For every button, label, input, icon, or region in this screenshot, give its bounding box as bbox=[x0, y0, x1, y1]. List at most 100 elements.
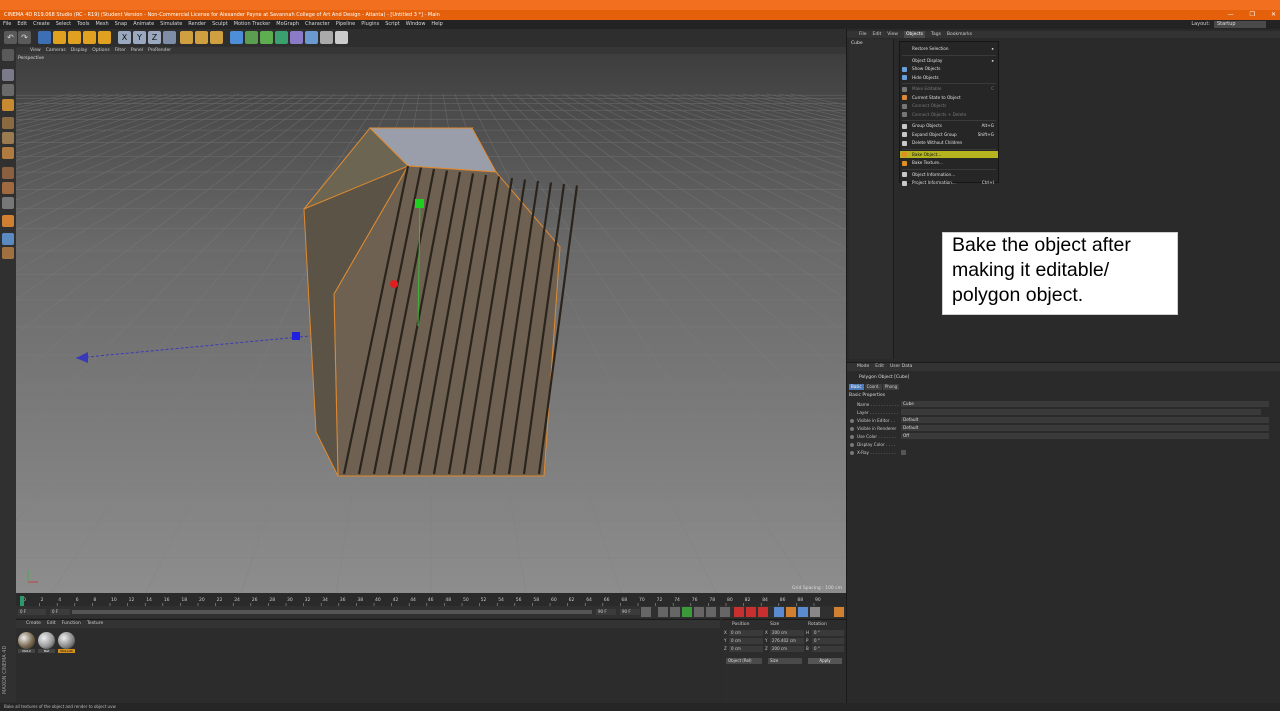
model-mode-icon[interactable] bbox=[2, 69, 14, 81]
frame-range-slider[interactable] bbox=[72, 610, 592, 614]
menu-help[interactable]: Help bbox=[431, 20, 442, 29]
points-mode-icon[interactable] bbox=[2, 117, 14, 129]
workplane-lock-icon[interactable] bbox=[2, 233, 14, 245]
rotation-key-icon[interactable] bbox=[798, 607, 808, 617]
animation-dot-icon[interactable] bbox=[850, 426, 854, 431]
menu-plugins[interactable]: Plugins bbox=[361, 20, 379, 29]
select-tool-icon[interactable] bbox=[38, 31, 51, 44]
rotation-field[interactable]: 0 ° bbox=[812, 646, 844, 652]
menu-motion-tracker[interactable]: Motion Tracker bbox=[234, 20, 271, 29]
make-editable-icon[interactable] bbox=[2, 49, 14, 61]
menu-character[interactable]: Character bbox=[305, 20, 330, 29]
subdivision-surface-icon[interactable] bbox=[260, 31, 273, 44]
om-menu-file[interactable]: File bbox=[859, 31, 867, 38]
menu-create[interactable]: Create bbox=[33, 20, 50, 29]
snapping-icon[interactable] bbox=[2, 197, 14, 209]
previous-key-icon[interactable] bbox=[658, 607, 668, 617]
maximize-button[interactable]: ❐ bbox=[1250, 10, 1255, 20]
planar-workplane-icon[interactable] bbox=[2, 247, 14, 259]
current-frame-field[interactable]: 0 F bbox=[18, 609, 46, 615]
move-tool-icon[interactable] bbox=[53, 31, 66, 44]
layout-dropdown[interactable]: Startup bbox=[1214, 21, 1266, 28]
om-menu-bookmarks[interactable]: Bookmarks bbox=[947, 31, 972, 38]
attribute-field[interactable]: Cube bbox=[901, 401, 1269, 407]
cube-icon[interactable] bbox=[230, 31, 243, 44]
menu-item-bake-texture[interactable]: Bake Texture... bbox=[900, 159, 998, 167]
menu-file[interactable]: File bbox=[3, 20, 11, 29]
viewport-menu-panel[interactable]: Panel bbox=[131, 47, 143, 54]
menu-render[interactable]: Render bbox=[188, 20, 206, 29]
viewport-menu-options[interactable]: Options bbox=[92, 47, 109, 54]
menu-animate[interactable]: Animate bbox=[133, 20, 154, 29]
size-mode-dropdown[interactable]: Size bbox=[768, 658, 802, 664]
x-axis-lock-icon[interactable]: X bbox=[118, 31, 131, 44]
goto-end-icon[interactable] bbox=[720, 607, 730, 617]
attribute-menu-mode[interactable]: Mode bbox=[857, 363, 869, 371]
material-menu-texture[interactable]: Texture bbox=[87, 620, 103, 628]
recent-tools-icon[interactable] bbox=[98, 31, 111, 44]
timeline-ruler[interactable]: 0 2 4 6 8 10 12 14 16 18 20 22 24 26 28 30 32 34 36 38 40 42 4… bbox=[16, 593, 846, 607]
scale-key-icon[interactable] bbox=[786, 607, 796, 617]
minimize-button[interactable]: — bbox=[1228, 10, 1234, 20]
rotate-tool-icon[interactable] bbox=[83, 31, 96, 44]
light-icon[interactable] bbox=[335, 31, 348, 44]
menu-mograph[interactable]: MoGraph bbox=[276, 20, 299, 29]
menu-item-bake-object[interactable]: Bake Object... bbox=[900, 150, 998, 158]
position-field[interactable]: 0 cm bbox=[729, 638, 763, 644]
max-frame-field[interactable]: 90 F bbox=[620, 609, 640, 615]
material-swatch[interactable]: Mat.edit bbox=[58, 632, 75, 653]
camera-icon[interactable] bbox=[320, 31, 333, 44]
viewport-menu-cameras[interactable]: Cameras bbox=[46, 47, 66, 54]
viewport-menu-prorender[interactable]: ProRender bbox=[148, 47, 171, 54]
render-view-icon[interactable] bbox=[180, 31, 193, 44]
material-menu-create[interactable]: Create bbox=[26, 620, 41, 628]
end-frame-field[interactable]: 90 F bbox=[596, 609, 616, 615]
xray-checkbox[interactable] bbox=[901, 450, 906, 455]
size-field[interactable]: 200 cm bbox=[770, 646, 804, 652]
menu-item-group-objects[interactable]: Group Objects Alt+G bbox=[900, 122, 998, 130]
menu-item-hide-objects[interactable]: Hide Objects bbox=[900, 74, 998, 82]
previous-frame-icon[interactable] bbox=[670, 607, 680, 617]
animation-dot-icon[interactable] bbox=[850, 418, 854, 423]
rotation-field[interactable]: 0 ° bbox=[812, 630, 844, 636]
edges-mode-icon[interactable] bbox=[2, 132, 14, 144]
menu-item-delete-without-children[interactable]: Delete Without Children bbox=[900, 139, 998, 147]
texture-mode-icon[interactable] bbox=[2, 84, 14, 96]
record-active-icon[interactable] bbox=[734, 607, 744, 617]
next-key-icon[interactable] bbox=[706, 607, 716, 617]
viewport-menu-display[interactable]: Display bbox=[71, 47, 88, 54]
viewport-menu-view[interactable]: View bbox=[30, 47, 41, 54]
goto-start-icon[interactable] bbox=[641, 607, 651, 617]
attribute-menu-user-data[interactable]: User Data bbox=[890, 363, 912, 371]
menu-sculpt[interactable]: Sculpt bbox=[212, 20, 228, 29]
menu-script[interactable]: Script bbox=[385, 20, 400, 29]
coordinate-mode-dropdown[interactable]: Object (Rel) bbox=[726, 658, 762, 664]
menu-mesh[interactable]: Mesh bbox=[95, 20, 108, 29]
tab-phong[interactable]: Phong bbox=[882, 384, 900, 390]
scale-tool-icon[interactable] bbox=[68, 31, 81, 44]
z-axis-lock-icon[interactable]: Z bbox=[148, 31, 161, 44]
coordinate-system-icon[interactable] bbox=[163, 31, 176, 44]
om-menu-objects[interactable]: Objects bbox=[903, 31, 925, 38]
menu-item-object-display[interactable]: Object Display ▸ bbox=[900, 57, 998, 65]
material-menu-function[interactable]: Function bbox=[62, 620, 81, 628]
attribute-menu-edit[interactable]: Edit bbox=[875, 363, 884, 371]
attribute-field[interactable]: Off bbox=[901, 433, 1269, 439]
size-field[interactable]: 200 cm bbox=[770, 630, 804, 636]
viewport-menu-filter[interactable]: Filter bbox=[115, 47, 126, 54]
polygons-mode-icon[interactable] bbox=[2, 147, 14, 159]
workplane-mode-icon[interactable] bbox=[2, 99, 14, 111]
redo-icon[interactable]: ↷ bbox=[18, 31, 31, 44]
menu-item-make-editable[interactable]: Make Editable C bbox=[900, 85, 998, 93]
om-menu-tags[interactable]: Tags bbox=[931, 31, 941, 38]
render-to-picture-viewer-icon[interactable] bbox=[195, 31, 208, 44]
menu-tools[interactable]: Tools bbox=[77, 20, 89, 29]
attribute-field[interactable]: Default bbox=[901, 425, 1269, 431]
menu-item-restore-selection[interactable]: Restore Selection ▸ bbox=[900, 45, 998, 53]
menu-item-project-information[interactable]: Project Information... Ctrl+I bbox=[900, 179, 998, 187]
animation-dot-icon[interactable] bbox=[850, 450, 854, 455]
menu-select[interactable]: Select bbox=[56, 20, 71, 29]
tab-basic[interactable]: Basic bbox=[849, 384, 864, 390]
next-frame-icon[interactable] bbox=[694, 607, 704, 617]
floor-icon[interactable] bbox=[305, 31, 318, 44]
